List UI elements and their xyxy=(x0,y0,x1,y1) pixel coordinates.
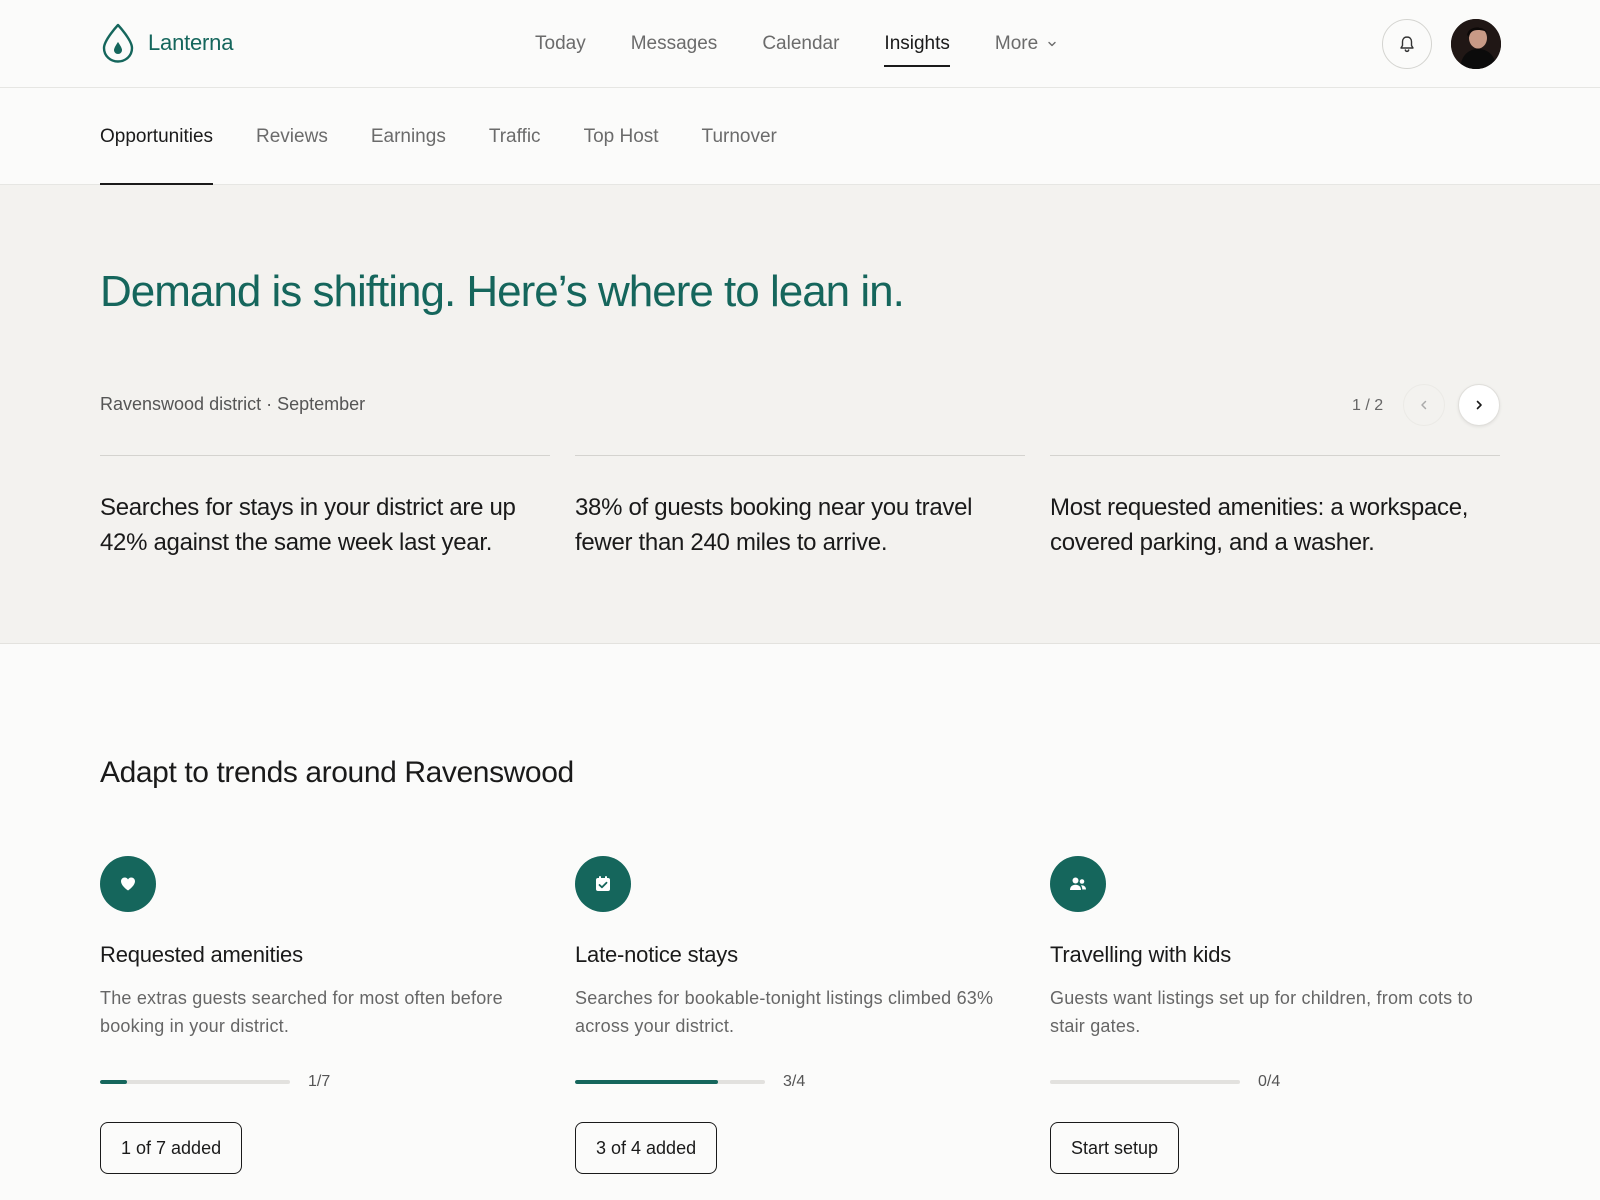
fact-item: Searches for stays in your district are … xyxy=(100,455,550,560)
brand-name: Lanterna xyxy=(148,30,234,55)
people-icon xyxy=(1050,856,1106,912)
card-title: Late-notice stays xyxy=(575,942,738,967)
nav-item-calendar[interactable]: Calendar xyxy=(762,0,839,88)
demand-facts: Searches for stays in your district are … xyxy=(100,455,1500,560)
fact-text: Most requested amenities: a workspace, c… xyxy=(1050,494,1469,556)
progress-count: 0/4 xyxy=(1258,1073,1281,1090)
fact-text: 38% of guests booking near you travel fe… xyxy=(575,494,973,556)
tab-opportunities[interactable]: Opportunities xyxy=(100,88,214,185)
tab-earnings[interactable]: Earnings xyxy=(371,88,446,185)
nav-item-insights[interactable]: Insights xyxy=(884,0,951,88)
progress-count: 3/4 xyxy=(783,1073,806,1090)
start-setup-button[interactable]: Start setup xyxy=(1050,1122,1180,1174)
fact-text: Searches for stays in your district are … xyxy=(100,494,516,556)
tab-traffic[interactable]: Traffic xyxy=(489,88,541,185)
chevron-right-icon xyxy=(1476,400,1482,410)
chevron-left-icon xyxy=(1421,400,1427,410)
trend-card-requested-amenities: Requested amenities The extras guests se… xyxy=(100,856,550,1186)
progress-bar xyxy=(100,1080,290,1084)
nav-label: Today xyxy=(535,33,586,54)
tab-label: Reviews xyxy=(256,125,328,147)
nav-item-messages[interactable]: Messages xyxy=(631,0,718,88)
nav-label: Insights xyxy=(884,33,950,54)
tab-turnover[interactable]: Turnover xyxy=(702,88,777,185)
calendar-check-icon xyxy=(575,856,631,912)
notifications-button[interactable] xyxy=(1382,19,1432,69)
insights-tabs: Opportunities Reviews Earnings Traffic T… xyxy=(0,88,1600,185)
pager-count: 1 / 2 xyxy=(1352,397,1384,414)
progress-fill xyxy=(100,1080,128,1084)
late-notice-added-button[interactable]: 3 of 4 added xyxy=(575,1122,718,1174)
heart-icon xyxy=(100,856,156,912)
progress-bar xyxy=(575,1080,765,1084)
tab-reviews[interactable]: Reviews xyxy=(256,88,328,185)
bell-icon xyxy=(1400,36,1414,53)
progress-count: 1/7 xyxy=(308,1073,331,1090)
card-title: Requested amenities xyxy=(100,942,303,967)
hero-location-month: Ravenswood district · September xyxy=(100,394,366,414)
brand[interactable]: Lanterna xyxy=(100,22,233,64)
fact-item: Most requested amenities: a workspace, c… xyxy=(1050,455,1500,560)
previous-page-button[interactable] xyxy=(1403,384,1445,426)
drop-logo-icon xyxy=(102,23,134,63)
card-description: Guests want listings set up for children… xyxy=(1050,988,1473,1036)
tab-label: Opportunities xyxy=(100,125,214,147)
progress-fill xyxy=(575,1080,718,1084)
trend-card-travelling-with-kids: Travelling with kids Guests want listing… xyxy=(1050,856,1500,1186)
progress-row: 1/7 xyxy=(100,1073,330,1091)
chevron-down-icon xyxy=(1048,41,1056,47)
tab-label: Earnings xyxy=(370,125,446,147)
nav-label: Messages xyxy=(630,33,718,54)
trend-card-late-notice-stays: Late-notice stays Searches for bookable-… xyxy=(575,856,1025,1186)
user-avatar[interactable] xyxy=(1451,19,1501,69)
hero-title: Demand is shifting. Here’s where to lean… xyxy=(100,267,905,316)
nav-item-more[interactable]: More xyxy=(995,0,1058,88)
progress-row: 0/4 xyxy=(1050,1073,1280,1091)
top-navigation-bar: Lanterna Today Messages Calendar Insight… xyxy=(0,0,1600,88)
tab-label: Turnover xyxy=(701,125,777,147)
nav-item-today[interactable]: Today xyxy=(535,0,586,88)
trends-section-title: Adapt to trends around Ravenswood xyxy=(100,756,574,789)
card-title: Travelling with kids xyxy=(1050,942,1232,967)
nav-label: Calendar xyxy=(762,33,840,54)
tab-label: Traffic xyxy=(488,125,541,147)
tab-top-host[interactable]: Top Host xyxy=(584,88,659,185)
amenities-added-button[interactable]: 1 of 7 added xyxy=(100,1122,243,1174)
nav-label: More xyxy=(994,33,1039,54)
main-nav: Today Messages Calendar Insights More xyxy=(535,0,1103,88)
progress-bar xyxy=(1050,1080,1240,1084)
fact-item: 38% of guests booking near you travel fe… xyxy=(575,455,1025,560)
avatar-image-icon xyxy=(1451,19,1501,69)
progress-row: 3/4 xyxy=(575,1073,805,1091)
tab-label: Top Host xyxy=(583,125,659,147)
next-page-button[interactable] xyxy=(1458,384,1500,426)
demand-hero: Demand is shifting. Here’s where to lean… xyxy=(0,185,1600,644)
card-description: Searches for bookable-tonight listings c… xyxy=(575,988,994,1036)
card-description: The extras guests searched for most ofte… xyxy=(100,988,503,1036)
